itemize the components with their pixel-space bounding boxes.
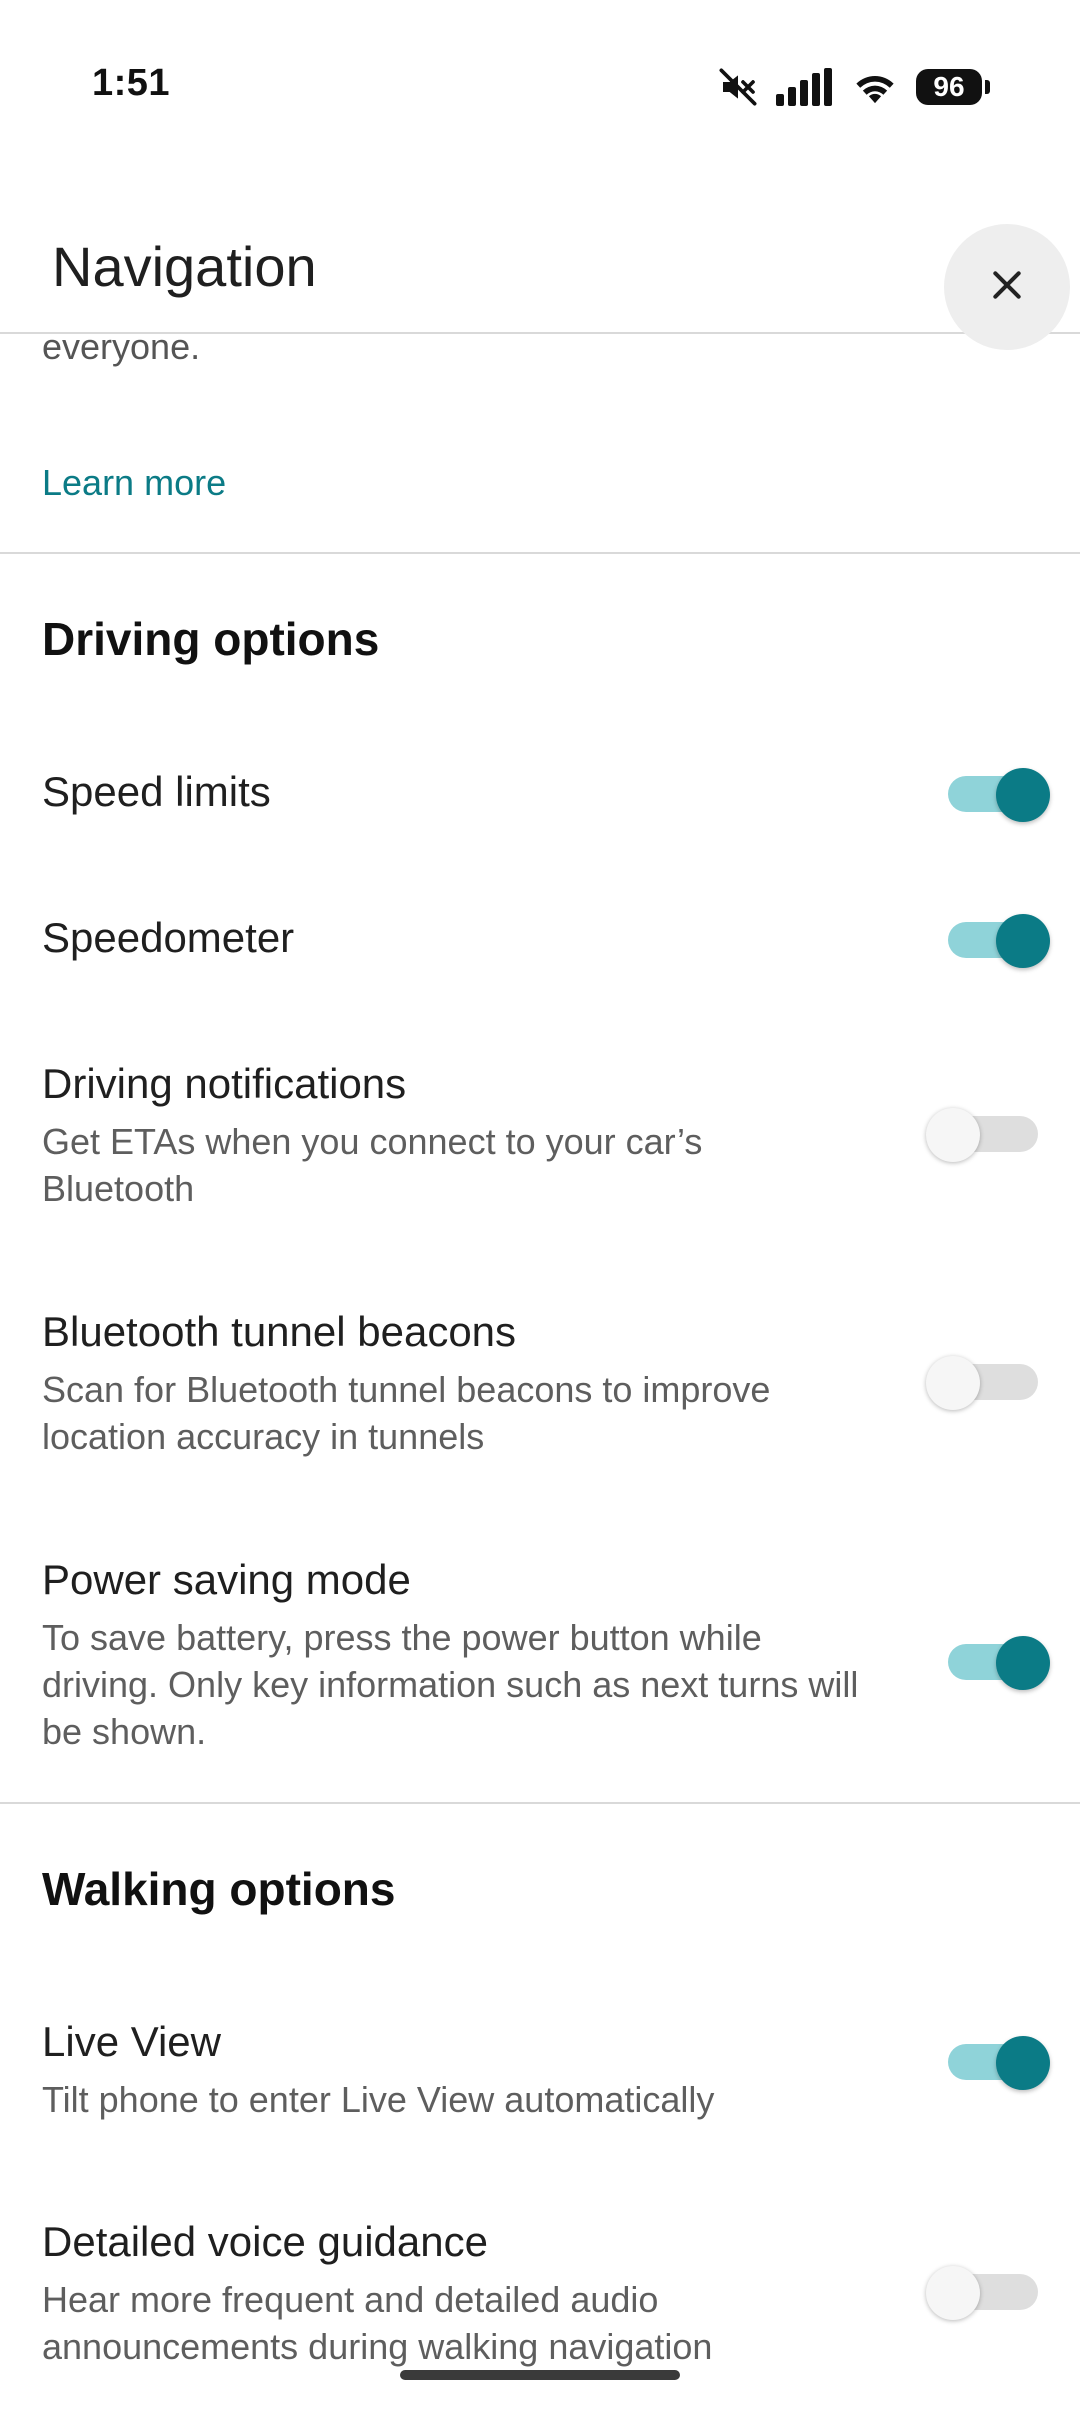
header: Navigation — [0, 160, 1080, 350]
page-title: Navigation — [52, 235, 317, 298]
driving-notifications-toggle[interactable] — [926, 1108, 1038, 1162]
driving-options-heading: Driving options — [42, 613, 380, 665]
mute-icon — [718, 67, 758, 107]
setting-title: Power saving mode — [42, 1556, 411, 1603]
status-time: 1:51 — [92, 62, 171, 104]
battery-level: 96 — [916, 69, 982, 105]
detailed-voice-guidance-toggle[interactable] — [926, 2266, 1038, 2320]
setting-title: Detailed voice guidance — [42, 2218, 488, 2265]
wifi-icon — [852, 68, 898, 106]
speed-limits-toggle[interactable] — [948, 768, 1050, 822]
setting-title: Bluetooth tunnel beacons — [42, 1308, 517, 1355]
walking-options-heading: Walking options — [42, 1863, 396, 1915]
setting-title: Speedometer — [42, 914, 295, 961]
close-button[interactable] — [944, 224, 1070, 350]
status-bar: 1:51 96 — [0, 0, 1080, 160]
setting-description: Tilt phone to enter Live View automatica… — [42, 2079, 715, 2120]
close-icon — [987, 265, 1027, 310]
setting-description: Get ETAs when you connect to your car’s … — [42, 1121, 703, 1209]
setting-description: Hear more frequent and detailed audio an… — [42, 2279, 713, 2367]
speedometer-toggle[interactable] — [948, 914, 1050, 968]
status-icons: 96 — [718, 64, 990, 110]
setting-title: Driving notifications — [42, 1060, 407, 1107]
bluetooth-tunnel-beacons-toggle[interactable] — [926, 1356, 1038, 1410]
setting-title: Live View — [42, 2018, 221, 2065]
setting-description: Scan for Bluetooth tunnel beacons to imp… — [42, 1369, 771, 1457]
learn-more-link[interactable]: Learn more — [42, 462, 226, 504]
divider — [0, 1802, 1080, 1804]
setting-description: To save battery, press the power button … — [42, 1617, 859, 1752]
divider — [0, 552, 1080, 554]
setting-title: Speed limits — [42, 768, 271, 815]
battery-icon: 96 — [916, 69, 990, 105]
power-saving-mode-toggle[interactable] — [948, 1636, 1050, 1690]
signal-icon — [776, 68, 834, 106]
live-view-toggle[interactable] — [948, 2036, 1050, 2090]
home-indicator[interactable] — [400, 2370, 680, 2380]
